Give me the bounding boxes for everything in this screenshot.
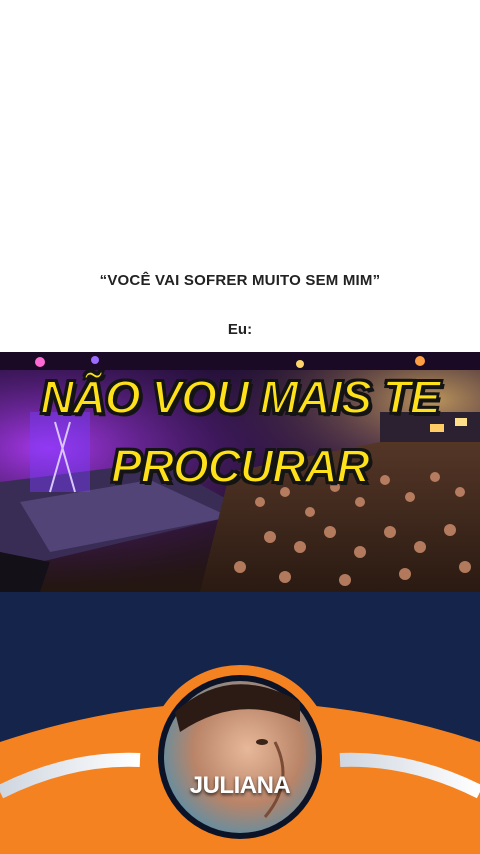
- profile-badge-illustration: [0, 665, 480, 854]
- meme-response-label: Eu:: [227, 321, 253, 338]
- caption-line-2: PROCURAR: [110, 440, 371, 492]
- meme-header-area: [0, 0, 480, 352]
- profile-background: [0, 592, 480, 854]
- caption-line-1: NÃO VOU MAIS TE: [39, 371, 441, 423]
- profile-brand-text: JULIANA: [189, 772, 291, 799]
- meme-quote-text: “VOCÊ VAI SOFRER MUITO SEM MIM”: [99, 272, 381, 289]
